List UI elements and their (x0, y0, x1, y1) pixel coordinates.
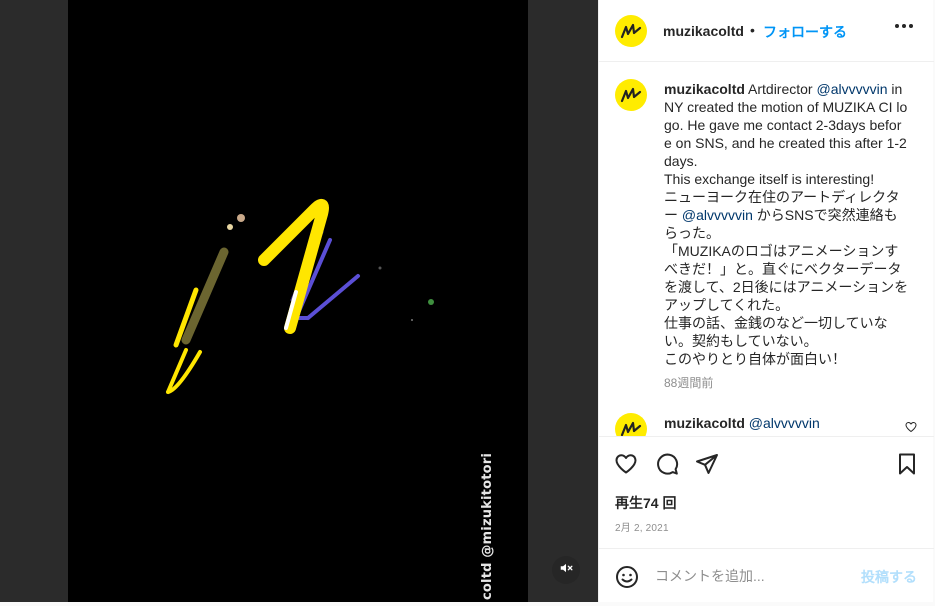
post-actions: 再生74 回 2月 2, 2021 投稿する (599, 436, 934, 602)
anim-dot (428, 299, 434, 305)
video-watermark: coltd @mizukitotori (480, 452, 495, 600)
media-letterbox-right (528, 0, 598, 602)
bookmark-icon[interactable] (895, 452, 919, 481)
caption-text-part: 仕事の話、金銭のなど一切していない。契約もしていない。 (664, 315, 888, 349)
anim-dot (237, 214, 245, 222)
more-options-icon[interactable] (895, 24, 913, 28)
paper-plane-icon[interactable] (695, 452, 719, 481)
anim-stroke-yellow-main (258, 198, 329, 334)
smiley-icon[interactable] (615, 565, 639, 594)
caption-text-part: 「MUZIKAのロゴはアニメーションすべきだ！」と。直ぐにベクターデータを渡して… (664, 243, 909, 313)
media-area: coltd @mizukitotori (0, 0, 598, 602)
muzika-logo-icon (620, 23, 642, 39)
caption-text-part: Artdirector (744, 81, 817, 97)
caption-text-part: This exchange itself is interesting! (664, 171, 875, 187)
anim-dot (227, 224, 233, 230)
anim-stroke-yellow-hook (166, 348, 202, 394)
post-side-panel: muzikacoltd • フォローする muzikacoltd Artdire… (598, 0, 934, 602)
reply-username[interactable]: muzikacoltd (664, 415, 745, 431)
caption-text-part: このやりとり自体が面白い！ (664, 351, 846, 367)
reply-text: muzikacoltd @alvvvvvin (664, 414, 820, 432)
comment-like-icon[interactable] (905, 420, 917, 436)
speaker-muted-icon (559, 561, 573, 580)
avatar[interactable] (615, 15, 647, 47)
caption-mention[interactable]: @alvvvvvin (682, 207, 753, 223)
post-comment-button[interactable]: 投稿する (861, 567, 917, 587)
view-count[interactable]: 再生74 回 (615, 493, 676, 513)
logo-animation-frame (166, 198, 434, 394)
reply-mention[interactable]: @alvvvvvin (749, 415, 820, 431)
caption-mention[interactable]: @alvvvvvin (817, 81, 888, 97)
avatar[interactable] (615, 79, 647, 111)
post-dialog: coltd @mizukitotori muzikacoltd • フォローする (0, 0, 935, 606)
caption-username[interactable]: muzikacoltd (664, 81, 745, 97)
header-username[interactable]: muzikacoltd (663, 23, 744, 39)
post-header: muzikacoltd • フォローする (599, 0, 934, 62)
avatar[interactable] (615, 413, 647, 436)
comment-input[interactable] (655, 565, 855, 587)
muzika-logo-icon (620, 421, 642, 436)
post-date[interactable]: 2月 2, 2021 (615, 519, 669, 534)
anim-dot (378, 266, 382, 270)
video-player[interactable] (68, 0, 528, 602)
muzika-logo-icon (620, 87, 642, 103)
page-bottom-strip (0, 602, 935, 606)
header-separator: • (750, 22, 755, 38)
anim-dot (411, 319, 413, 321)
comments-list[interactable]: muzikacoltd Artdirector @alvvvvvin in NY… (599, 63, 934, 436)
follow-button[interactable]: フォローする (763, 22, 847, 42)
mute-button[interactable] (552, 556, 580, 584)
comment-icon[interactable] (655, 452, 679, 481)
heart-icon[interactable] (614, 452, 638, 481)
caption-text: muzikacoltd Artdirector @alvvvvvin in NY… (664, 80, 909, 368)
comment-composer: 投稿する (599, 548, 934, 603)
caption-time-ago[interactable]: 88週間前 (664, 374, 713, 391)
media-letterbox-left (0, 0, 68, 602)
